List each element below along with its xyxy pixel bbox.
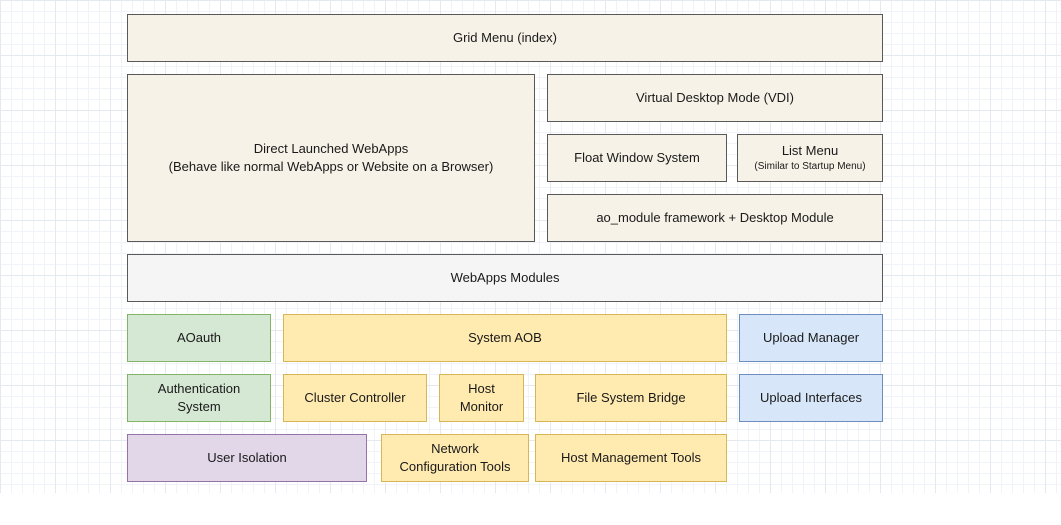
node-direct-launched-webapps: Direct Launched WebApps (Behave like nor… [127, 74, 535, 242]
diagram-canvas: Grid Menu (index) Direct Launched WebApp… [0, 0, 1061, 525]
node-float-window-system-label: Float Window System [574, 149, 700, 167]
node-upload-manager-label: Upload Manager [763, 329, 859, 347]
node-list-menu-sublabel: (Similar to Startup Menu) [754, 160, 865, 174]
node-authentication-system-label: Authentication System [158, 380, 240, 416]
node-ao-module-framework: ao_module framework + Desktop Module [547, 194, 883, 242]
node-authentication-system: Authentication System [127, 374, 271, 422]
node-grid-menu: Grid Menu (index) [127, 14, 883, 62]
node-aoauth-label: AOauth [177, 329, 221, 347]
node-network-configuration-tools-label: Network Configuration Tools [399, 440, 510, 476]
node-ao-module-framework-label: ao_module framework + Desktop Module [596, 209, 833, 227]
node-webapps-modules-label: WebApps Modules [451, 269, 560, 287]
node-cluster-controller-label: Cluster Controller [304, 389, 405, 407]
node-virtual-desktop-mode-label: Virtual Desktop Mode (VDI) [636, 89, 794, 107]
node-user-isolation: User Isolation [127, 434, 367, 482]
node-file-system-bridge-label: File System Bridge [576, 389, 685, 407]
node-system-aob-label: System AOB [468, 329, 542, 347]
node-aoauth: AOauth [127, 314, 271, 362]
node-grid-menu-label: Grid Menu (index) [453, 29, 557, 47]
node-direct-launched-webapps-label: Direct Launched WebApps (Behave like nor… [169, 140, 494, 176]
node-virtual-desktop-mode: Virtual Desktop Mode (VDI) [547, 74, 883, 122]
node-file-system-bridge: File System Bridge [535, 374, 727, 422]
node-system-aob: System AOB [283, 314, 727, 362]
node-host-monitor-label: Host Monitor [460, 380, 503, 416]
node-host-monitor: Host Monitor [439, 374, 524, 422]
node-host-management-tools: Host Management Tools [535, 434, 727, 482]
node-list-menu: List Menu (Similar to Startup Menu) [737, 134, 883, 182]
page-edge [0, 493, 1061, 525]
node-upload-interfaces: Upload Interfaces [739, 374, 883, 422]
node-network-configuration-tools: Network Configuration Tools [381, 434, 529, 482]
node-host-management-tools-label: Host Management Tools [561, 449, 701, 467]
node-webapps-modules: WebApps Modules [127, 254, 883, 302]
node-upload-manager: Upload Manager [739, 314, 883, 362]
node-user-isolation-label: User Isolation [207, 449, 286, 467]
node-list-menu-label: List Menu [782, 142, 838, 160]
node-float-window-system: Float Window System [547, 134, 727, 182]
node-cluster-controller: Cluster Controller [283, 374, 427, 422]
node-upload-interfaces-label: Upload Interfaces [760, 389, 862, 407]
